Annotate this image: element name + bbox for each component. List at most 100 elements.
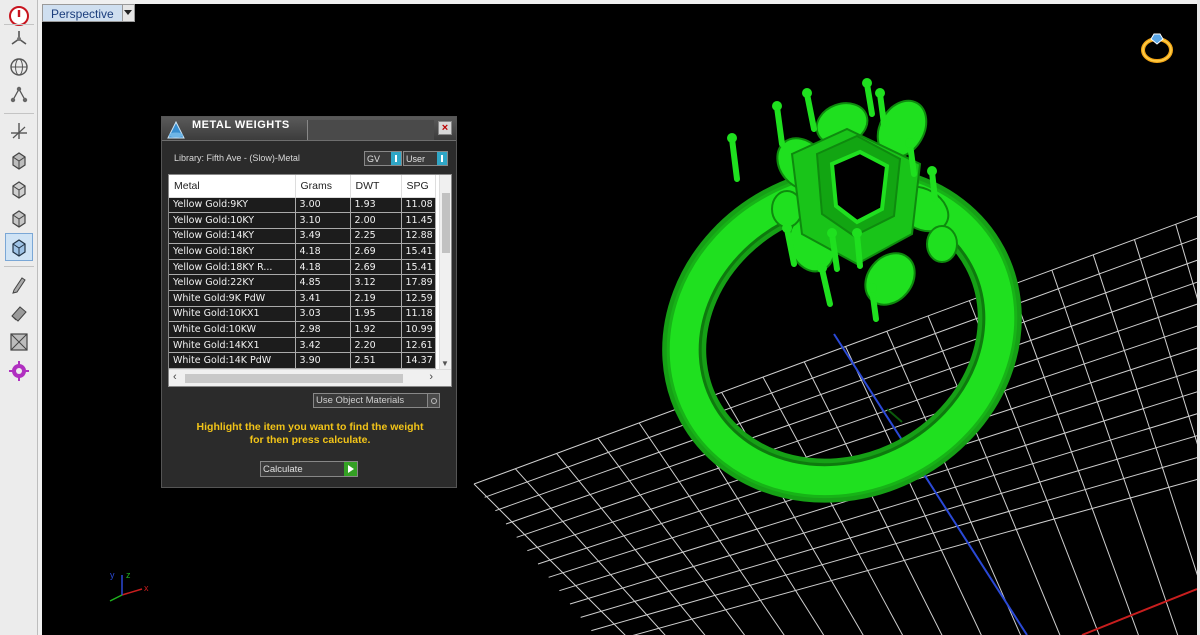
table-cell[interactable]: 4.18: [295, 243, 351, 260]
chevron-down-icon[interactable]: [121, 5, 134, 21]
column-header-grams[interactable]: Grams: [295, 175, 351, 198]
radio-icon[interactable]: [427, 394, 439, 407]
table-cell[interactable]: 17.89: [401, 274, 436, 292]
table-cell[interactable]: 3.41: [295, 290, 351, 307]
frame-icon[interactable]: [5, 328, 33, 356]
horizontal-scrollbar[interactable]: ‹ ›: [169, 369, 451, 386]
grid-line: [1092, 254, 1197, 576]
table-cell[interactable]: 14.37: [401, 352, 436, 370]
table-cell[interactable]: Yellow Gold:22KY: [169, 274, 296, 292]
table-cell[interactable]: 2.69: [350, 259, 402, 276]
table-cell[interactable]: 12.88: [401, 228, 436, 245]
gv-select-button[interactable]: [391, 152, 401, 165]
column-header-spg[interactable]: SPG: [401, 175, 436, 198]
table-cell[interactable]: 12.59: [401, 290, 436, 307]
table-row[interactable]: Yellow Gold:22KY 4.85 3.12 17.89: [169, 274, 436, 292]
table-row[interactable]: White Gold:10KW 2.98 1.92 10.99: [169, 321, 436, 338]
calculator-logo-icon: [167, 120, 185, 139]
table-cell[interactable]: Yellow Gold:9KY: [169, 197, 296, 214]
table-row[interactable]: White Gold:14K PdW 3.90 2.51 14.37: [169, 352, 436, 370]
table-cell[interactable]: Yellow Gold:14KY: [169, 228, 296, 245]
eraser-icon[interactable]: [5, 299, 33, 327]
column-header-dwt[interactable]: DWT: [350, 175, 402, 198]
scroll-right-icon[interactable]: ›: [429, 371, 433, 383]
table-cell[interactable]: 2.25: [350, 228, 402, 245]
metal-table[interactable]: Metal Grams DWT SPG Yellow Gold:9KY 3.00 1…: [168, 174, 452, 387]
scroll-down-icon[interactable]: ▼: [441, 359, 449, 368]
table-cell[interactable]: White Gold:14K PdW: [169, 352, 296, 370]
cube-side-icon[interactable]: [5, 204, 33, 232]
table-cell[interactable]: 3.49: [295, 228, 351, 245]
table-cell[interactable]: 15.41: [401, 243, 436, 260]
scroll-left-icon[interactable]: ‹: [173, 371, 177, 383]
table-cell[interactable]: 2.20: [350, 337, 402, 354]
table-row[interactable]: Yellow Gold:9KY 3.00 1.93 11.08: [169, 197, 436, 214]
table-cell[interactable]: 15.41: [401, 259, 436, 276]
table-row[interactable]: White Gold:10KX1 3.03 1.95 11.18: [169, 306, 436, 323]
user-select-button[interactable]: [437, 152, 447, 165]
table-row[interactable]: Yellow Gold:18KY R... 4.18 2.69 15.41: [169, 259, 436, 276]
grid-line: [516, 303, 1197, 538]
table-row[interactable]: Yellow Gold:10KY 3.10 2.00 11.45: [169, 212, 436, 229]
gv-select-value: GV: [367, 153, 381, 164]
use-object-materials-field[interactable]: Use Object Materials: [313, 393, 440, 408]
table-cell[interactable]: 11.08: [401, 197, 436, 214]
vertical-scroll-thumb[interactable]: [442, 193, 450, 253]
column-header-metal[interactable]: Metal: [169, 175, 296, 198]
table-cell[interactable]: Yellow Gold:18KY R...: [169, 259, 296, 276]
table-row[interactable]: White Gold:9K PdW 3.41 2.19 12.59: [169, 290, 436, 307]
table-cell[interactable]: 11.45: [401, 212, 436, 229]
table-cell[interactable]: 1.92: [350, 321, 402, 338]
gv-select[interactable]: GV: [364, 151, 402, 166]
table-cell[interactable]: Yellow Gold:10KY: [169, 212, 296, 229]
play-icon[interactable]: [344, 462, 357, 476]
table-row[interactable]: Yellow Gold:18KY 4.18 2.69 15.41: [169, 243, 436, 260]
horizontal-scroll-thumb[interactable]: [185, 374, 403, 383]
pen-icon[interactable]: [5, 270, 33, 298]
table-row[interactable]: Yellow Gold:14KY 3.49 2.25 12.88: [169, 228, 436, 245]
table-cell[interactable]: 3.90: [295, 352, 351, 370]
ring-logo-icon[interactable]: [1137, 24, 1179, 66]
gear-icon[interactable]: [5, 357, 33, 385]
calculate-button[interactable]: Calculate: [260, 461, 358, 477]
table-cell[interactable]: 12.61: [401, 337, 436, 354]
table-cell[interactable]: 1.93: [350, 197, 402, 214]
table-cell[interactable]: 2.00: [350, 212, 402, 229]
view-name[interactable]: Perspective: [43, 5, 122, 21]
cube-front-icon[interactable]: [5, 146, 33, 174]
dialog-tab-area: [307, 120, 434, 140]
table-cell[interactable]: White Gold:10KX1: [169, 306, 296, 323]
table-cell[interactable]: 3.12: [350, 274, 402, 292]
table-cell[interactable]: Yellow Gold:18KY: [169, 243, 296, 260]
globe-icon[interactable]: [5, 53, 33, 81]
viewport-3d[interactable]: Perspective x y z METAL WEIGHTS × Librar…: [42, 4, 1197, 635]
table-cell[interactable]: 3.00: [295, 197, 351, 214]
table-cell[interactable]: 4.18: [295, 259, 351, 276]
table-cell[interactable]: White Gold:9K PdW: [169, 290, 296, 307]
fan-icon[interactable]: [5, 25, 33, 53]
table-cell[interactable]: 2.19: [350, 290, 402, 307]
user-select[interactable]: User: [403, 151, 448, 166]
cube-top-icon[interactable]: [5, 175, 33, 203]
table-cell[interactable]: 2.98: [295, 321, 351, 338]
table-cell[interactable]: 11.18: [401, 306, 436, 323]
close-icon[interactable]: ×: [438, 121, 452, 135]
table-cell[interactable]: 10.99: [401, 321, 436, 338]
table-cell[interactable]: 1.95: [350, 306, 402, 323]
table-cell[interactable]: White Gold:14KX1: [169, 337, 296, 354]
vertical-scrollbar[interactable]: ▼: [439, 175, 451, 370]
grid-line: [1010, 285, 1139, 635]
table-cell[interactable]: 2.51: [350, 352, 402, 370]
axes-icon[interactable]: [5, 117, 33, 145]
cube-perspective-icon[interactable]: [5, 233, 33, 261]
table-cell[interactable]: 3.10: [295, 212, 351, 229]
nodes-icon[interactable]: [5, 81, 33, 109]
table-cell[interactable]: 3.42: [295, 337, 351, 354]
table-cell[interactable]: 2.69: [350, 243, 402, 260]
view-selector[interactable]: Perspective: [42, 4, 135, 22]
table-row[interactable]: White Gold:14KX1 3.42 2.20 12.61: [169, 337, 436, 354]
dialog-titlebar[interactable]: METAL WEIGHTS ×: [162, 117, 456, 141]
table-cell[interactable]: 4.85: [295, 274, 351, 292]
table-cell[interactable]: 3.03: [295, 306, 351, 323]
table-cell[interactable]: White Gold:10KW: [169, 321, 296, 338]
